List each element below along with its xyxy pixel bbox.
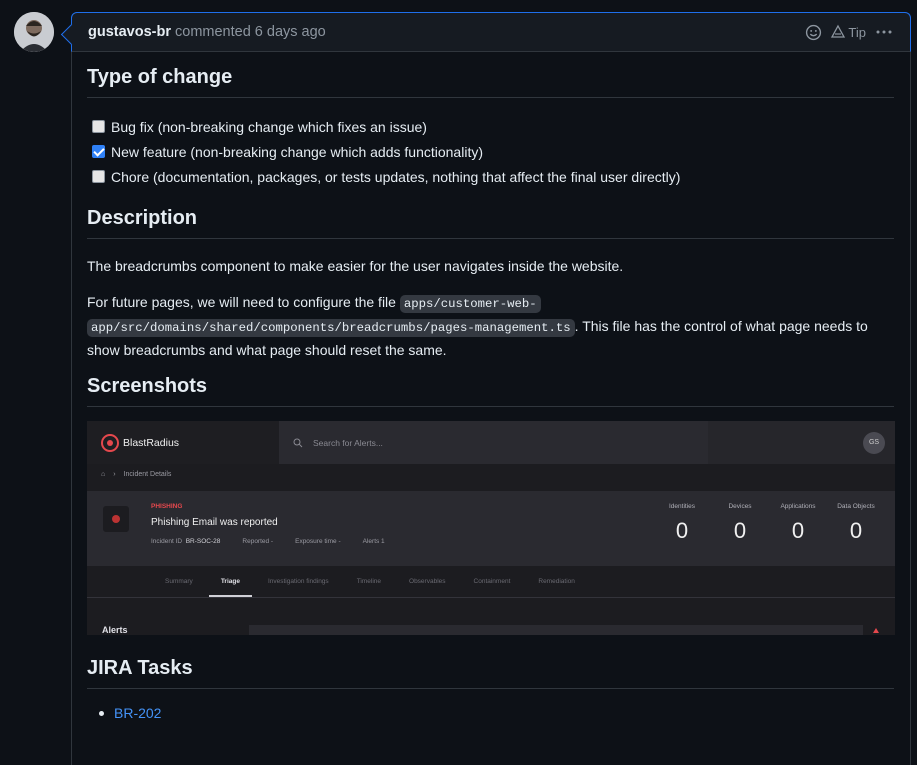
jira-heading: JIRA Tasks: [87, 657, 894, 689]
stat-identities: Identities 0: [657, 503, 707, 544]
jira-links-list: BR-202: [87, 705, 894, 721]
tip-icon: [831, 24, 846, 38]
stat-label: Applications: [780, 503, 816, 510]
task-item: Chore (documentation, packages, or tests…: [87, 164, 894, 189]
stat-devices: Devices 0: [715, 503, 765, 544]
comment-actions: Tip: [805, 24, 894, 41]
description-paragraph-1: The breadcrumbs component to make easier…: [87, 258, 624, 274]
stat-label: Devices: [728, 503, 752, 510]
stat-applications: Applications 0: [773, 503, 823, 544]
comment-header: gustavos-br commented 6 days ago Tip: [71, 12, 911, 52]
file-path-code-2: app/src/domains/shared/components/breadc…: [87, 319, 575, 337]
task-label: Chore (documentation, packages, or tests…: [111, 168, 681, 185]
type-of-change-heading: Type of change: [87, 66, 894, 98]
tab-investigation-findings: Investigation findings: [267, 578, 329, 585]
app-search: Search for Alerts...: [279, 421, 708, 464]
phishing-icon: [103, 506, 129, 532]
stat-value: 0: [791, 518, 805, 543]
incident-id: Incident ID BR-SOC-28: [151, 538, 220, 545]
smiley-icon: [806, 24, 822, 40]
breadcrumb-separator: ›: [113, 471, 116, 478]
reaction-button[interactable]: [805, 24, 822, 41]
incident-meta: Incident ID BR-SOC-28 Reported - Exposur…: [151, 538, 385, 545]
incident-alerts: Alerts 1: [362, 538, 385, 545]
app-search-placeholder: Search for Alerts...: [313, 437, 383, 448]
tab-containment: Containment: [473, 578, 511, 585]
stat-value: 0: [675, 518, 689, 543]
bugfix-checkbox[interactable]: [92, 120, 105, 133]
tab-observables: Observables: [409, 578, 446, 585]
description-heading: Description: [87, 207, 894, 239]
screenshot-image[interactable]: BlastRadius Search for Alerts... GS ⌂ › …: [87, 421, 895, 635]
incident-reported: Reported -: [242, 538, 274, 545]
more-options-button[interactable]: [874, 24, 894, 40]
jira-link-br-202[interactable]: BR-202: [114, 705, 161, 721]
app-user-avatar: GS: [863, 431, 885, 454]
tab-summary: Summary: [165, 578, 193, 585]
incident-stats: Identities 0 Devices 0 Applications 0 Da…: [657, 503, 881, 544]
app-breadcrumb: ⌂ › Incident Details: [101, 471, 171, 478]
incident-id-label: Incident ID: [151, 538, 183, 545]
comment-card: gustavos-br commented 6 days ago Tip Typ…: [71, 12, 911, 765]
app-alerts-heading: Alerts: [102, 625, 128, 635]
screenshots-heading: Screenshots: [87, 375, 894, 407]
stat-value: 0: [849, 518, 863, 543]
author-avatar[interactable]: [14, 12, 54, 52]
file-path-code-1: apps/customer-web-: [399, 295, 541, 313]
task-label: New feature (non-breaking change which a…: [111, 143, 483, 160]
tab-remediation: Remediation: [538, 578, 575, 585]
avatar-image: [14, 12, 54, 52]
blastradius-logo-icon: [101, 433, 119, 452]
incident-exposure: Exposure time -: [295, 538, 341, 545]
incident-title: Phishing Email was reported: [151, 517, 278, 528]
alert-severity-icon: [873, 628, 879, 633]
comment-author[interactable]: gustavos-br: [88, 24, 171, 40]
description-paragraph-2: For future pages, we will need to config…: [87, 291, 894, 361]
home-icon: ⌂: [101, 471, 106, 478]
stat-label: Data Objects: [837, 503, 875, 510]
para2-text-after: . This file has the control of what page…: [574, 318, 868, 334]
incident-tag: PHISHING: [151, 503, 183, 510]
app-topbar: BlastRadius Search for Alerts... GS: [87, 421, 895, 464]
stat-data-objects: Data Objects 0: [831, 503, 881, 544]
type-of-change-list: Bug fix (non-breaking change which fixes…: [87, 114, 894, 189]
tip-button[interactable]: Tip: [830, 24, 866, 40]
app-topbar-right: GS: [708, 421, 895, 464]
app-brand: BlastRadius: [87, 421, 279, 464]
task-item: Bug fix (non-breaking change which fixes…: [87, 114, 894, 139]
task-label: Bug fix (non-breaking change which fixes…: [111, 118, 427, 135]
kebab-horizontal-icon: [876, 30, 892, 34]
tab-timeline: Timeline: [356, 578, 382, 585]
para2-text: For future pages, we will need to config…: [87, 294, 400, 310]
list-item: BR-202: [99, 705, 894, 721]
search-icon: [293, 438, 303, 447]
tab-triage: Triage: [208, 578, 253, 597]
comment-timestamp[interactable]: commented 6 days ago: [175, 24, 326, 40]
task-item: New feature (non-breaking change which a…: [87, 139, 894, 164]
incident-id-value: BR-SOC-28: [185, 538, 221, 545]
stat-value: 0: [733, 518, 747, 543]
app-tabs: Summary Triage Investigation findings Ti…: [87, 566, 895, 598]
breadcrumb-current: Incident Details: [123, 471, 172, 478]
para2-text-line3: show breadcrumbs and what page should re…: [87, 342, 447, 358]
feature-checkbox[interactable]: [92, 145, 105, 158]
chore-checkbox[interactable]: [92, 170, 105, 183]
stat-label: Identities: [668, 503, 696, 510]
tip-label: Tip: [848, 24, 866, 40]
incident-panel: PHISHING Phishing Email was reported Inc…: [87, 491, 895, 566]
comment-body: Type of change Bug fix (non-breaking cha…: [72, 52, 910, 721]
app-alert-row: [249, 625, 863, 635]
app-brand-name: BlastRadius: [123, 436, 180, 449]
